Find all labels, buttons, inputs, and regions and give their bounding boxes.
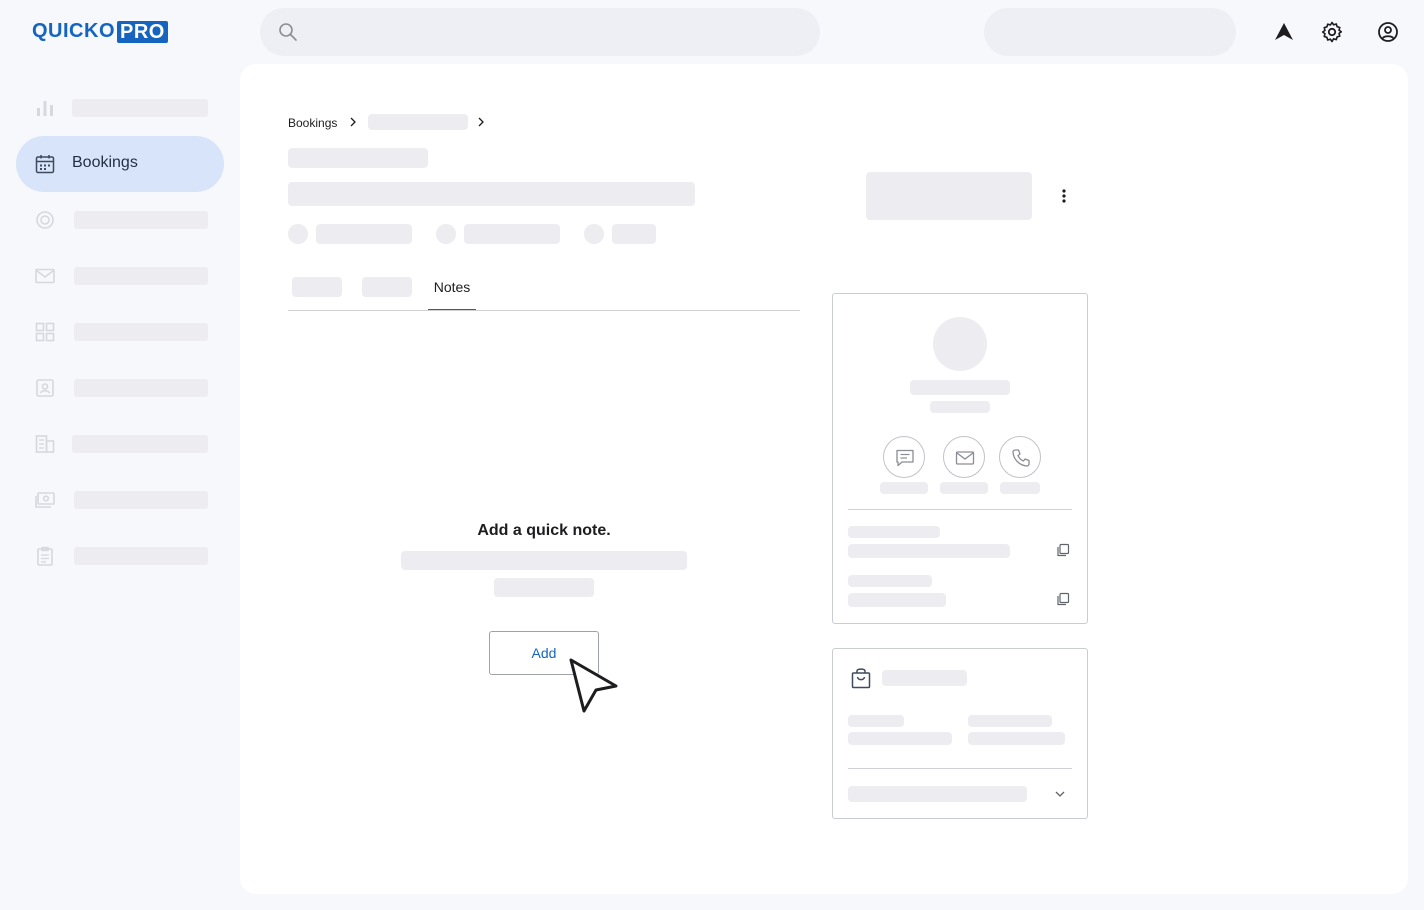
meta-icon-placeholder	[288, 224, 308, 244]
header-placeholder-pill[interactable]	[984, 8, 1236, 56]
card-divider	[848, 509, 1072, 510]
meta-text-placeholder	[464, 224, 560, 244]
copy-icon[interactable]	[1056, 543, 1070, 557]
sidebar-item-placeholder[interactable]	[72, 435, 208, 453]
logo-badge: PRO	[117, 20, 168, 43]
meta-icon-placeholder	[584, 224, 604, 244]
search-icon	[279, 23, 297, 41]
empty-state-title: Add a quick note.	[477, 522, 611, 539]
sidebar-item-placeholder[interactable]	[74, 323, 208, 341]
field-label-placeholder	[848, 526, 940, 538]
mail-icon[interactable]	[34, 265, 56, 287]
grid-icon[interactable]	[34, 321, 56, 343]
order-expand-placeholder[interactable]	[848, 786, 1027, 802]
breadcrumb-placeholder[interactable]	[368, 114, 468, 130]
contact-card-icon[interactable]	[34, 377, 56, 399]
analytics-icon[interactable]	[34, 97, 56, 119]
subtitle-placeholder	[288, 148, 428, 168]
chat-icon	[896, 449, 914, 467]
field-value-placeholder	[848, 593, 946, 607]
copy-icon[interactable]	[1056, 592, 1070, 606]
empty-state-text-placeholder	[494, 578, 594, 597]
chevron-down-icon[interactable]	[1053, 788, 1067, 800]
meta-text-placeholder	[316, 224, 412, 244]
meta-text-placeholder	[612, 224, 656, 244]
sidebar-item-placeholder[interactable]	[74, 491, 208, 509]
message-button[interactable]	[883, 436, 925, 478]
tab-notes[interactable]: Notes	[428, 279, 476, 311]
logo-text: QUICKO	[32, 20, 115, 42]
gear-icon[interactable]	[1320, 20, 1344, 44]
mouse-pointer-icon	[569, 658, 618, 713]
sidebar-item-placeholder[interactable]	[74, 211, 208, 229]
search-input[interactable]	[260, 8, 820, 56]
order-field-value-placeholder	[848, 732, 952, 745]
sidebar-item-placeholder[interactable]	[74, 267, 208, 285]
sidebar-item-placeholder[interactable]	[74, 379, 208, 397]
clipboard-icon[interactable]	[34, 545, 56, 567]
tab-divider	[288, 310, 800, 311]
contact-subtitle-placeholder	[930, 401, 990, 413]
account-icon[interactable]	[1376, 20, 1400, 44]
field-label-placeholder	[848, 575, 932, 587]
empty-state-text-placeholder	[401, 551, 687, 570]
shopping-bag-icon	[851, 668, 871, 689]
order-title-placeholder	[882, 670, 967, 686]
tab-placeholder[interactable]	[292, 277, 342, 297]
action-label-placeholder	[940, 482, 988, 494]
mail-icon	[955, 451, 975, 465]
chevron-right-icon	[350, 117, 356, 127]
breadcrumb: Bookings	[288, 116, 337, 130]
money-icon[interactable]	[34, 489, 56, 511]
sidebar-item-placeholder[interactable]	[72, 99, 208, 117]
email-button[interactable]	[943, 436, 985, 478]
more-options-icon[interactable]	[1056, 186, 1072, 206]
tab-placeholder[interactable]	[362, 277, 412, 297]
sidebar-item-bookings[interactable]: Bookings	[16, 136, 224, 192]
primary-action-placeholder[interactable]	[866, 172, 1032, 220]
order-field-label-placeholder	[968, 715, 1052, 727]
contact-name-placeholder	[910, 380, 1010, 395]
tab-notes-label: Notes	[433, 279, 471, 295]
avatar	[933, 317, 987, 371]
breadcrumb-bookings-link[interactable]: Bookings	[288, 116, 337, 130]
order-field-value-placeholder	[968, 732, 1065, 745]
sidebar-item-placeholder[interactable]	[74, 547, 208, 565]
app-logo[interactable]: QUICKO PRO	[32, 20, 168, 43]
call-button[interactable]	[999, 436, 1041, 478]
target-icon[interactable]	[34, 209, 56, 231]
action-label-placeholder	[880, 482, 928, 494]
building-icon[interactable]	[34, 433, 56, 455]
meta-icon-placeholder	[436, 224, 456, 244]
sidebar-item-label: Bookings	[72, 154, 138, 171]
field-value-placeholder	[848, 544, 1010, 558]
phone-icon	[1012, 449, 1030, 467]
order-field-label-placeholder	[848, 715, 904, 727]
chevron-right-icon	[478, 117, 484, 127]
calendar-icon	[35, 155, 55, 174]
card-divider	[848, 768, 1072, 769]
action-label-placeholder	[1000, 482, 1040, 494]
navigation-arrow-icon[interactable]	[1272, 20, 1296, 44]
page-title-placeholder	[288, 182, 695, 206]
